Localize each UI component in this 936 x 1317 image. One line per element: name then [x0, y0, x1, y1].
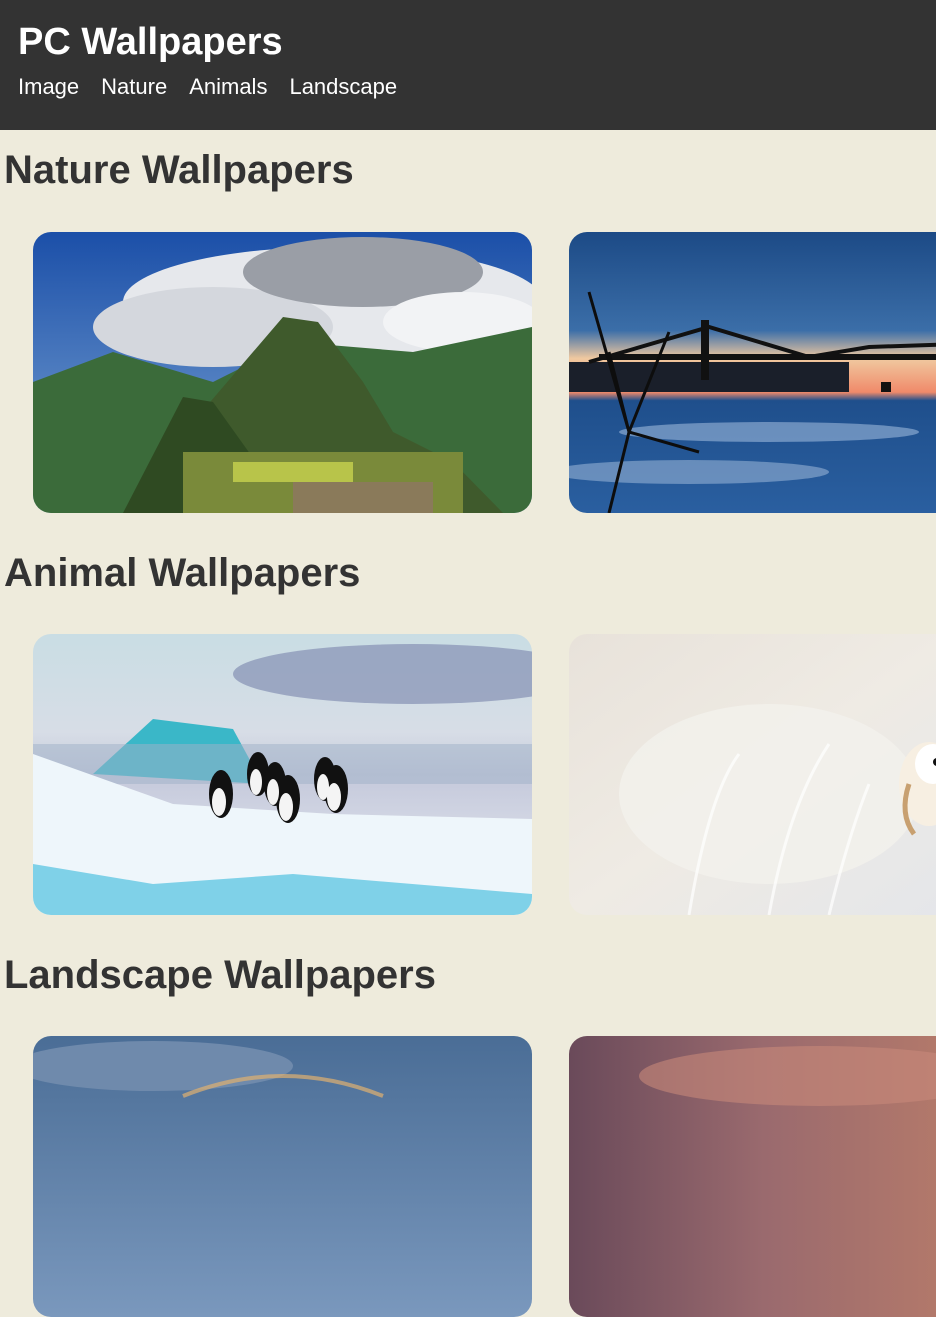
site-header: PC Wallpapers Image Nature Animals Lands… [0, 0, 936, 130]
mountain-ruins-photo [33, 232, 532, 513]
nav-link-animals[interactable]: Animals [189, 74, 267, 100]
site-title: PC Wallpapers [18, 21, 283, 63]
dusk-sky-photo [569, 1036, 936, 1317]
rainbow-sky-photo [33, 1036, 532, 1317]
wallpaper-card-bridge[interactable] [569, 232, 936, 513]
wallpaper-card-dusk[interactable] [569, 1036, 936, 1317]
wallpaper-card-penguins[interactable] [33, 634, 532, 915]
bridge-sunset-photo [569, 232, 936, 513]
penguins-on-ice-photo [33, 634, 532, 915]
nav-link-landscape[interactable]: Landscape [289, 74, 397, 100]
section-title-landscape: Landscape Wallpapers [4, 953, 436, 997]
main-nav: Image Nature Animals Landscape [18, 74, 397, 100]
wallpaper-card-mountain[interactable] [33, 232, 532, 513]
section-title-nature: Nature Wallpapers [4, 148, 354, 192]
nav-link-image[interactable]: Image [18, 74, 79, 100]
snowy-owl-photo [569, 634, 936, 915]
nav-link-nature[interactable]: Nature [101, 74, 167, 100]
wallpaper-card-owl[interactable] [569, 634, 936, 915]
wallpaper-card-rainbow[interactable] [33, 1036, 532, 1317]
section-title-animals: Animal Wallpapers [4, 551, 361, 595]
